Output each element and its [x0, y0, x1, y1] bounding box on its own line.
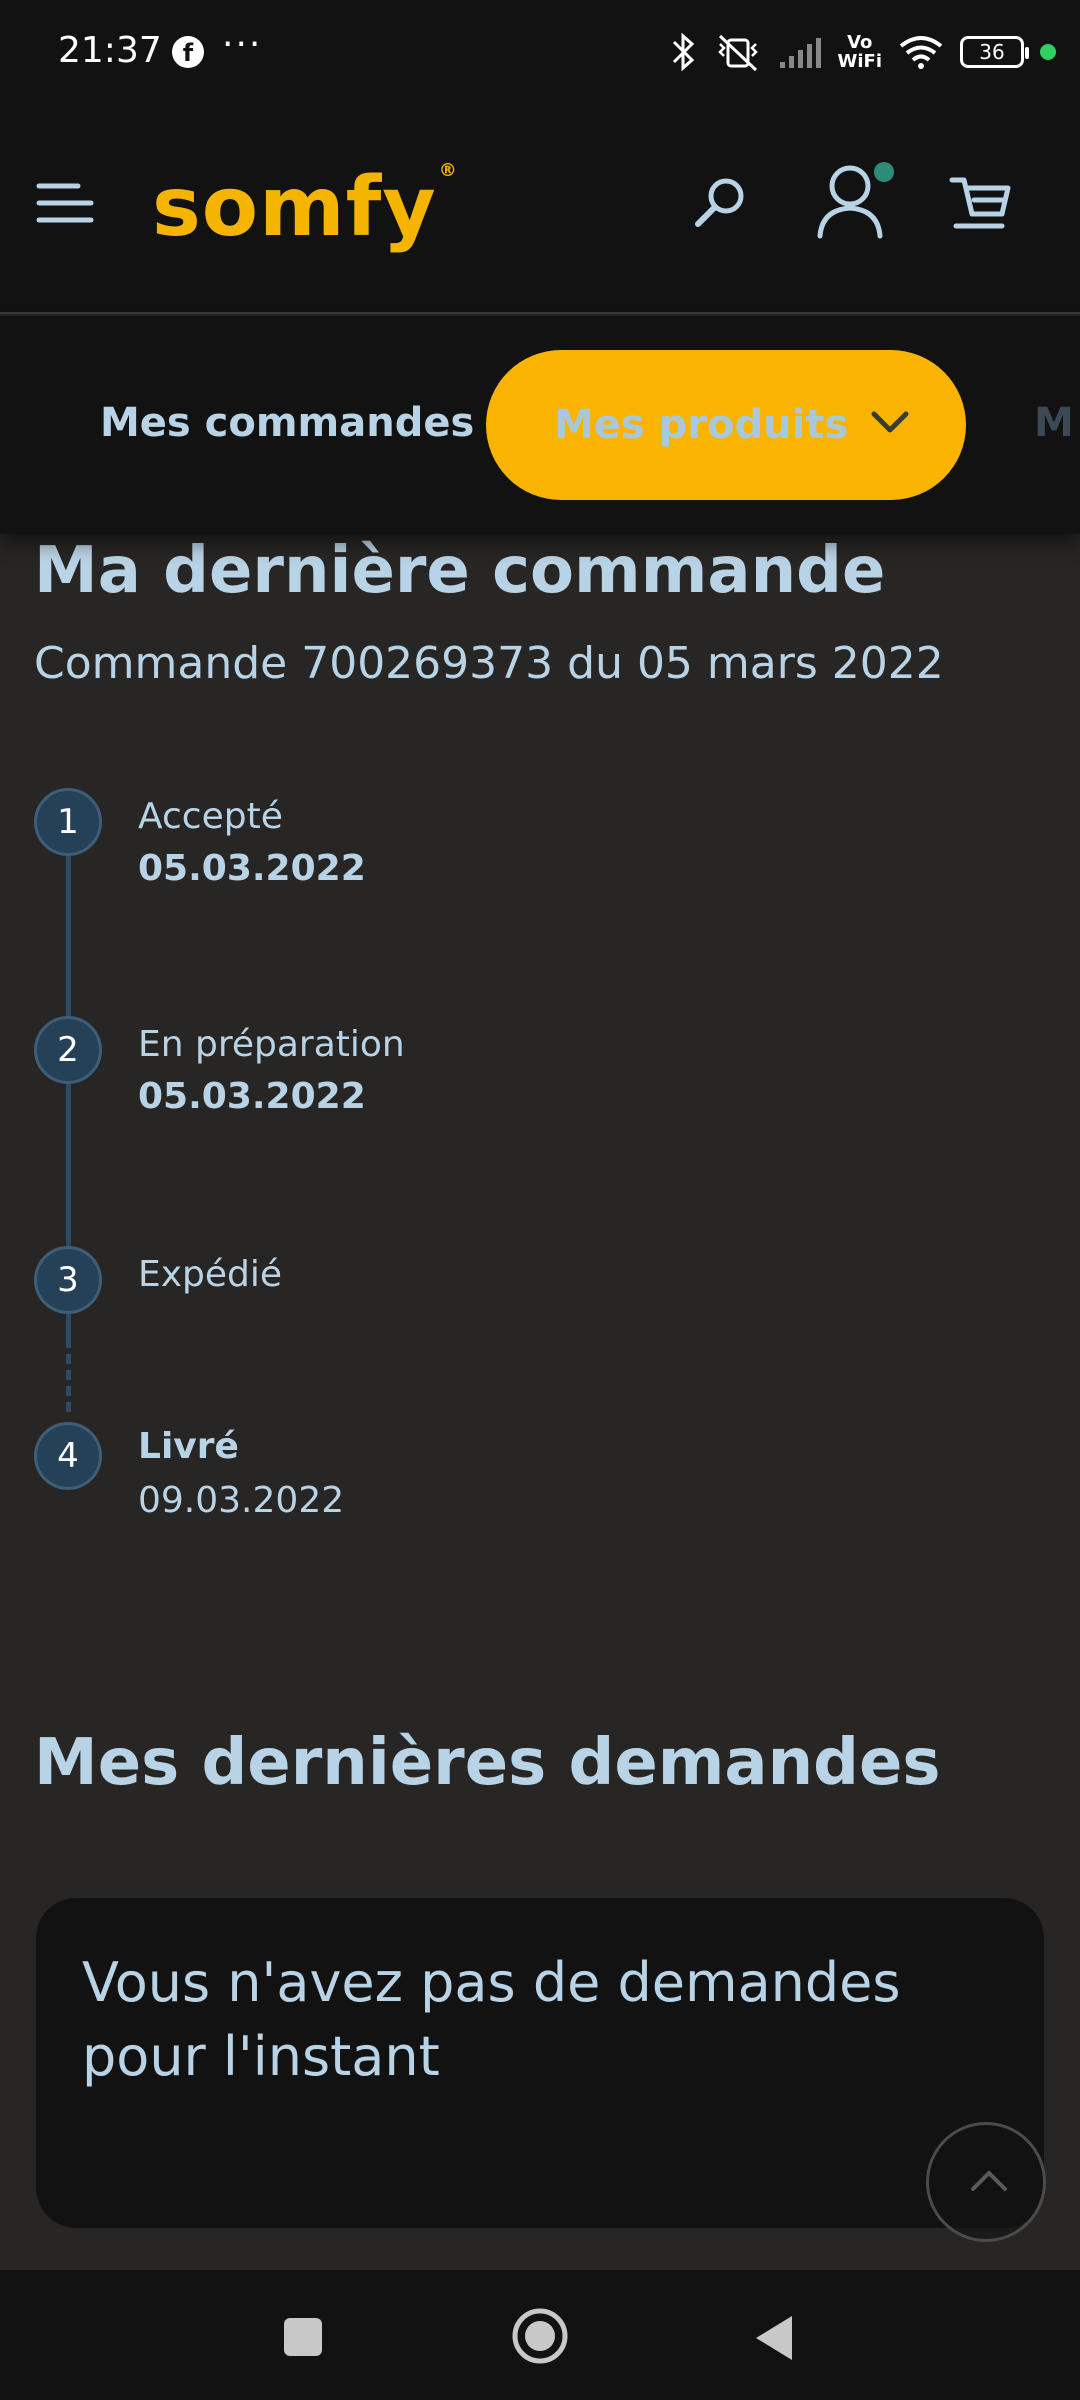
step-date: 09.03.2022 [138, 1480, 345, 1521]
scroll-to-top-button[interactable] [926, 2122, 1046, 2242]
status-icons: Vo WiFi 36 [670, 28, 1056, 76]
somfy-logo[interactable]: somfy ® [152, 160, 458, 255]
home-icon[interactable] [510, 2306, 570, 2366]
account-icon[interactable] [812, 158, 908, 244]
app-header: somfy ® [0, 100, 1080, 314]
timeline-connector-dashed [66, 1322, 71, 1412]
tabs-bar: Mes commandes Mes produits M [0, 316, 1080, 534]
tab-next-partial[interactable]: M [1034, 400, 1074, 446]
tab-mes-produits-label: Mes produits [554, 402, 849, 448]
step-number: 2 [34, 1016, 102, 1084]
step-label: Expédié [138, 1254, 283, 1295]
search-icon[interactable] [688, 172, 752, 236]
step-label: Accepté [138, 796, 283, 837]
step-label: En préparation [138, 1024, 405, 1065]
facebook-icon: f [172, 36, 204, 68]
battery-icon: 36 [960, 36, 1029, 68]
tab-mes-commandes[interactable]: Mes commandes [100, 400, 474, 446]
vibrate-off-icon [717, 34, 758, 72]
tab-mes-produits[interactable]: Mes produits [486, 350, 966, 500]
back-icon[interactable] [752, 2314, 796, 2362]
step-number: 3 [34, 1246, 102, 1314]
vowifi-bottom: WiFi [837, 51, 883, 72]
active-dot-icon [1040, 44, 1056, 60]
bluetooth-icon [672, 32, 694, 72]
status-time: 21:37 [58, 30, 162, 71]
empty-requests-card: Vous n'avez pas de demandes pour l'insta… [36, 1898, 1044, 2228]
system-nav-bar [0, 2270, 1080, 2400]
more-icon: ··· [222, 24, 263, 65]
registered-mark: ® [438, 160, 458, 181]
chevron-down-icon [871, 411, 909, 433]
order-subtitle: Commande 700269373 du 05 mars 2022 [34, 638, 944, 689]
menu-icon[interactable] [36, 180, 94, 226]
last-order-title: Ma dernière commande [34, 534, 886, 608]
wifi-icon [899, 36, 943, 69]
recents-icon[interactable] [282, 2316, 324, 2358]
vowifi-icon: Vo WiFi [838, 33, 883, 71]
vowifi-top: Vo [847, 32, 873, 53]
requests-title: Mes dernières demandes [34, 1726, 941, 1800]
step-date: 05.03.2022 [138, 1076, 366, 1117]
empty-requests-message: Vous n'avez pas de demandes pour l'insta… [82, 1951, 901, 2088]
logo-text: somfy [152, 160, 437, 255]
notification-dot [874, 162, 894, 182]
status-bar: 21:37 f ··· Vo WiFi 36 [0, 0, 1080, 100]
chevron-up-icon [971, 2171, 1007, 2191]
cart-icon[interactable] [946, 168, 1016, 238]
signal-icon [779, 38, 821, 68]
step-number: 4 [34, 1422, 102, 1490]
step-date: 05.03.2022 [138, 848, 366, 889]
step-label: Livré [138, 1426, 239, 1467]
step-number: 1 [34, 788, 102, 856]
